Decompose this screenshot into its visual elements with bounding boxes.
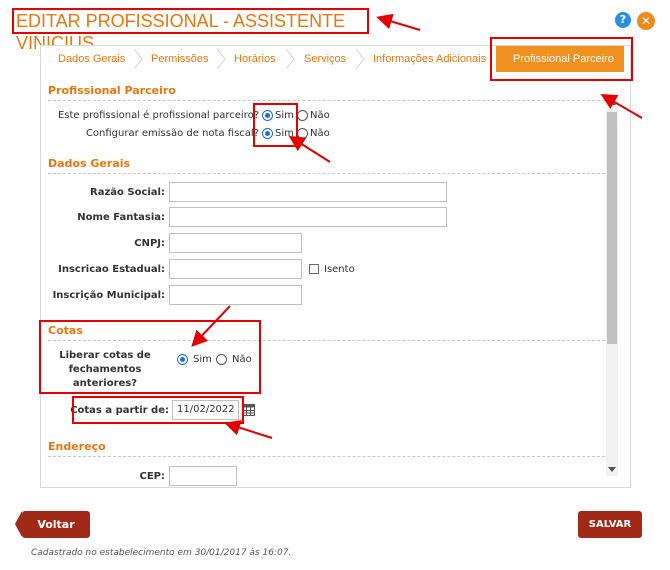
razao-social-input[interactable] — [169, 182, 447, 202]
parceiro-nao-label: Não — [310, 110, 330, 121]
razao-social-label: Razão Social: — [90, 187, 165, 198]
tab-separator-icon — [355, 49, 365, 69]
cnpj-input[interactable] — [169, 233, 302, 253]
isento-checkbox[interactable] — [309, 264, 319, 274]
tab-separator-icon — [216, 49, 226, 69]
help-icon[interactable]: ? — [615, 12, 631, 28]
tab-separator-icon — [285, 49, 295, 69]
tab-separator-icon — [133, 49, 143, 69]
section-title-endereco: Endereço — [48, 440, 106, 453]
isento-label: Isento — [324, 264, 355, 275]
scroll-up-icon[interactable] — [608, 100, 616, 105]
cep-label: CEP: — [139, 471, 166, 482]
scrollbar-thumb[interactable] — [607, 112, 617, 344]
inscricao-municipal-input[interactable] — [169, 285, 302, 305]
section-title-dados-gerais: Dados Gerais — [48, 157, 131, 170]
inscricao-municipal-label: Inscrição Municipal: — [52, 290, 165, 301]
tab-horarios[interactable]: Horários — [234, 46, 276, 72]
cep-input[interactable] — [169, 466, 237, 486]
parceiro-nao-radio[interactable] — [297, 110, 308, 121]
back-button[interactable]: Voltar — [15, 511, 90, 538]
annotation-arrow — [376, 13, 421, 31]
section-divider — [48, 100, 605, 101]
section-title-parceiro: Profissional Parceiro — [48, 84, 176, 97]
tab-servicos[interactable]: Serviços — [304, 46, 346, 72]
inscricao-estadual-input[interactable] — [169, 259, 302, 279]
inscricao-estadual-label: Inscricao Estadual: — [58, 264, 165, 275]
cnpj-label: CNPJ: — [134, 238, 165, 249]
annotation-box-cotas — [39, 320, 261, 394]
nome-fantasia-input[interactable] — [169, 207, 447, 227]
save-button[interactable]: SALVAR — [578, 511, 642, 538]
close-icon[interactable]: ✕ — [637, 12, 655, 30]
nota-fiscal-nao-radio[interactable] — [297, 128, 308, 139]
form-content: Profissional Parceiro Este profissional … — [41, 73, 606, 487]
section-divider — [48, 456, 605, 457]
tab-dados-gerais[interactable]: Dados Gerais — [58, 46, 125, 72]
nota-fiscal-nao-label: Não — [310, 128, 330, 139]
nome-fantasia-label: Nome Fantasia: — [77, 212, 165, 223]
tab-permissoes[interactable]: Permissões — [151, 46, 208, 72]
registration-footer: Cadastrado no estabelecimento em 30/01/2… — [31, 548, 292, 558]
scroll-down-icon[interactable] — [608, 467, 616, 472]
section-divider — [48, 173, 605, 174]
annotation-box-date — [72, 396, 244, 424]
tab-informacoes-adicionais[interactable]: Informações Adicionais — [373, 46, 486, 72]
annotation-box-radios — [253, 103, 298, 147]
window-title: EDITAR PROFISSIONAL - ASSISTENTE VINICIU… — [12, 8, 369, 53]
parceiro-question-label: Este profissional é profissional parceir… — [57, 110, 259, 121]
nota-fiscal-question-label: Configurar emissão de nota fiscal? — [85, 128, 259, 139]
